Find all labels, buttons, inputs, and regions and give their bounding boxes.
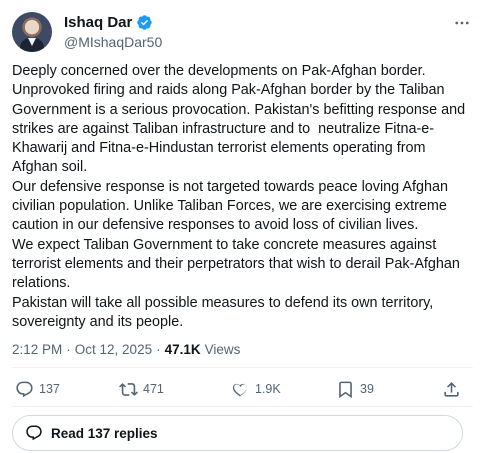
share-button[interactable] xyxy=(442,378,461,400)
read-replies-label: Read 137 replies xyxy=(51,425,158,441)
author-name-row: Ishaq Dar xyxy=(64,14,153,31)
more-horizontal-icon xyxy=(455,21,469,25)
divider xyxy=(12,367,473,368)
divider xyxy=(12,406,473,407)
meta-separator: · xyxy=(156,342,161,357)
bookmark-count: 39 xyxy=(360,382,374,396)
reply-count: 137 xyxy=(39,382,60,396)
post-header: Ishaq Dar @MIshaqDar50 xyxy=(12,12,473,52)
share-icon xyxy=(444,381,459,397)
read-replies-button[interactable]: Read 137 replies xyxy=(12,415,463,451)
reply-icon xyxy=(16,381,33,397)
meta-separator: · xyxy=(66,342,71,357)
views-label: Views xyxy=(204,342,241,357)
like-button[interactable]: 1.9K xyxy=(231,378,281,400)
post-date[interactable]: Oct 12, 2025 xyxy=(75,342,152,357)
views-count[interactable]: 47.1K xyxy=(165,342,201,357)
action-bar: 137 471 1.9K 39 xyxy=(12,378,473,400)
verified-badge-icon xyxy=(137,15,153,30)
speech-bubble-icon xyxy=(26,425,42,441)
bookmark-button[interactable]: 39 xyxy=(336,378,374,400)
author-display-name[interactable]: Ishaq Dar xyxy=(64,14,132,31)
bookmark-icon xyxy=(339,381,352,398)
repost-count: 471 xyxy=(143,382,164,396)
avatar[interactable] xyxy=(12,12,52,52)
repost-button[interactable]: 471 xyxy=(119,378,164,400)
more-options-button[interactable] xyxy=(451,12,473,34)
heart-icon xyxy=(232,383,247,397)
post-text: Deeply concerned over the developments o… xyxy=(12,63,466,330)
like-count: 1.9K xyxy=(255,382,281,396)
author-handle[interactable]: @MIshaqDar50 xyxy=(64,34,162,50)
repost-icon xyxy=(119,382,138,396)
reply-button[interactable]: 137 xyxy=(15,378,60,400)
post-meta: 2:12 PM · Oct 12, 2025 · 47.1K Views xyxy=(12,342,240,357)
post-time[interactable]: 2:12 PM xyxy=(12,342,62,357)
